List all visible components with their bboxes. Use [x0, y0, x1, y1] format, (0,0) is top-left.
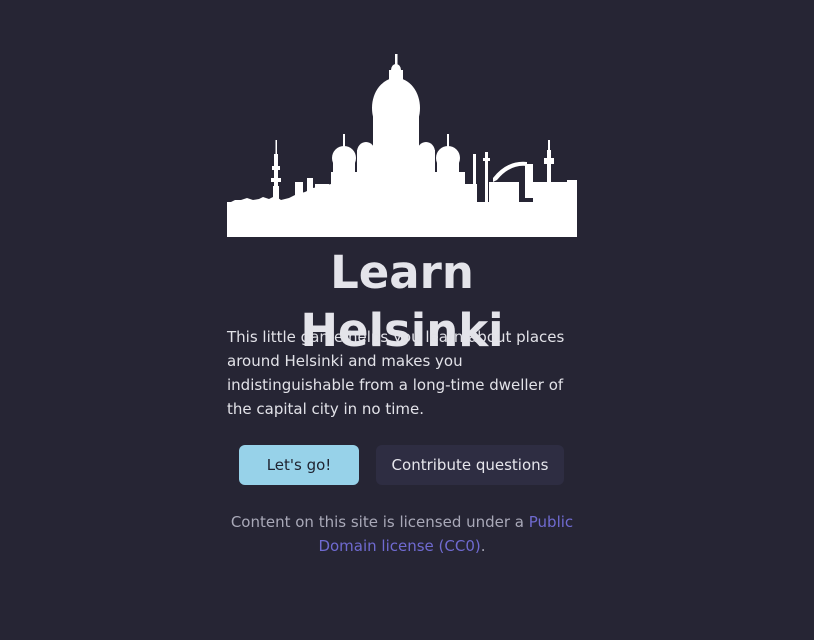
license-notice: Content on this site is licensed under a… [227, 510, 577, 558]
license-prefix: Content on this site is licensed under a [230, 513, 529, 531]
license-suffix: . [480, 537, 486, 555]
start-button[interactable]: Let's go! [239, 445, 359, 485]
intro-text: This little game helps you learn about p… [227, 328, 565, 418]
contribute-questions-button[interactable]: Contribute questions [376, 445, 564, 485]
helsinki-skyline-image [227, 54, 577, 237]
